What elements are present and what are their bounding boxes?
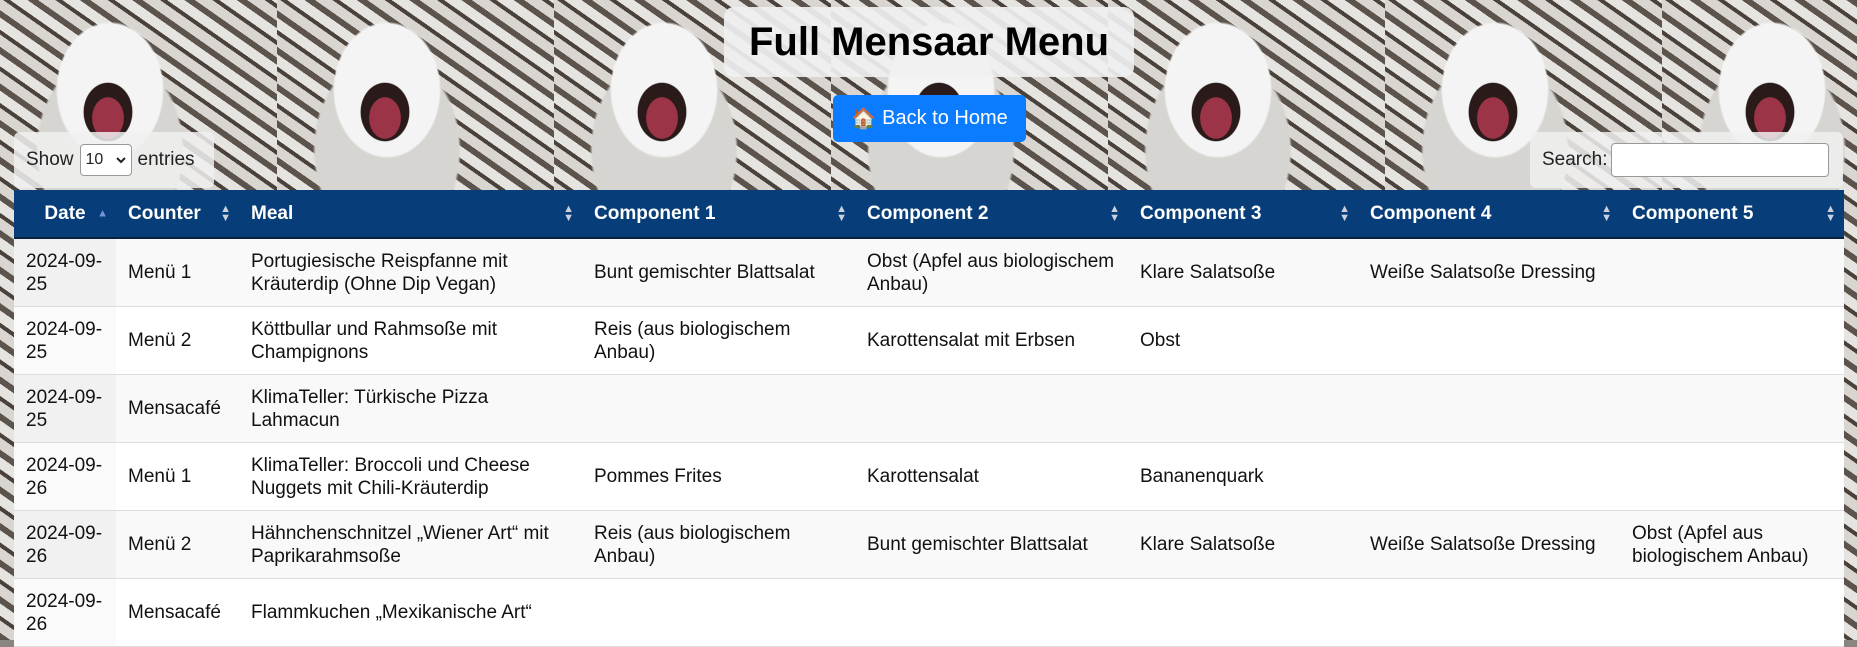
- page-title-box: Full Mensaar Menu: [724, 7, 1134, 77]
- search-control: Search:: [1530, 132, 1843, 188]
- cell-component-2: [855, 578, 1128, 647]
- house-icon: 🏠: [851, 108, 877, 130]
- column-header-component-2[interactable]: Component 2 ▲ ▼: [855, 190, 1128, 239]
- cell-counter: Menü 1: [116, 238, 239, 307]
- cell-date: 2024-09-25: [14, 306, 116, 375]
- column-header-component-4[interactable]: Component 4 ▲ ▼: [1358, 190, 1620, 239]
- cell-component-2: Bunt gemischter Blattsalat: [855, 510, 1128, 579]
- column-header-label: Component 2: [867, 202, 989, 224]
- cell-meal: Hähnchenschnitzel „Wiener Art“ mit Papri…: [239, 510, 582, 579]
- sort-icon: ▲: [97, 207, 108, 219]
- search-input[interactable]: [1611, 143, 1830, 177]
- cell-component-2: [855, 374, 1128, 443]
- cell-date: 2024-09-26: [14, 442, 116, 511]
- cell-component-2: Karottensalat mit Erbsen: [855, 306, 1128, 375]
- cell-component-3: [1128, 578, 1358, 647]
- sort-icon: ▲ ▼: [1601, 202, 1612, 224]
- table-row: 2024-09-25 Menü 2 Köttbullar und Rahmsoß…: [14, 306, 1844, 375]
- show-label: Show: [26, 149, 74, 170]
- cell-component-5: [1620, 578, 1844, 647]
- cell-meal: KlimaTeller: Türkische Pizza Lahmacun: [239, 374, 582, 443]
- column-header-label: Component 3: [1140, 202, 1262, 224]
- entries-length-control: Show 10 entries: [14, 132, 214, 188]
- column-header-label: Date: [44, 202, 86, 224]
- cell-component-3: Bananenquark: [1128, 442, 1358, 511]
- cell-component-5: [1620, 374, 1844, 443]
- cell-component-4: [1358, 374, 1620, 443]
- cell-component-5: [1620, 442, 1844, 511]
- column-header-date[interactable]: Date ▲: [14, 190, 116, 239]
- page-title: Full Mensaar Menu: [748, 19, 1110, 64]
- cell-component-3: [1128, 374, 1358, 443]
- cell-component-5: Obst (Apfel aus biologischem Anbau): [1620, 510, 1844, 579]
- cell-component-4: Weiße Salatsoße Dressing: [1358, 510, 1620, 579]
- sort-icon: ▲ ▼: [563, 202, 574, 224]
- cell-meal: Flammkuchen „Mexikanische Art“: [239, 578, 582, 647]
- menu-table: Date ▲ Counter ▲ ▼ Meal ▲ ▼ Component 1 ▲ ▼…: [14, 190, 1844, 647]
- sort-icon: ▲ ▼: [836, 202, 847, 224]
- cell-component-1: Reis (aus biologischem Anbau): [582, 510, 855, 579]
- column-header-label: Counter: [128, 202, 201, 224]
- cell-counter: Menü 1: [116, 442, 239, 511]
- cell-component-1: [582, 578, 855, 647]
- cell-component-1: Reis (aus biologischem Anbau): [582, 306, 855, 375]
- cell-component-5: [1620, 238, 1844, 307]
- cell-component-4: [1358, 442, 1620, 511]
- cell-date: 2024-09-25: [14, 374, 116, 443]
- cell-component-4: Weiße Salatsoße Dressing: [1358, 238, 1620, 307]
- sort-icon: ▲ ▼: [1339, 202, 1350, 224]
- cell-component-1: [582, 374, 855, 443]
- cell-component-1: Bunt gemischter Blattsalat: [582, 238, 855, 307]
- sort-icon: ▲ ▼: [1825, 202, 1836, 224]
- search-label: Search:: [1542, 149, 1608, 170]
- chevron-down-icon: [115, 151, 126, 169]
- column-header-label: Meal: [251, 202, 294, 224]
- table-row: 2024-09-25 Menü 1 Portugiesische Reispfa…: [14, 238, 1844, 307]
- cell-component-3: Klare Salatsoße: [1128, 510, 1358, 579]
- cell-counter: Mensacafé: [116, 374, 239, 443]
- cell-meal: Portugiesische Reispfanne mit Kräuterdip…: [239, 238, 582, 307]
- cell-meal: Köttbullar und Rahmsoße mit Champignons: [239, 306, 582, 375]
- sort-icon: ▲ ▼: [220, 202, 231, 224]
- cell-date: 2024-09-26: [14, 510, 116, 579]
- table-header-row: Date ▲ Counter ▲ ▼ Meal ▲ ▼ Component 1 ▲ ▼…: [14, 190, 1844, 239]
- cell-component-5: [1620, 306, 1844, 375]
- cell-component-2: Karottensalat: [855, 442, 1128, 511]
- cell-meal: KlimaTeller: Broccoli und Cheese Nuggets…: [239, 442, 582, 511]
- column-header-label: Component 5: [1632, 202, 1754, 224]
- table-row: 2024-09-26 Menü 2 Hähnchenschnitzel „Wie…: [14, 510, 1844, 579]
- column-header-component-5[interactable]: Component 5 ▲ ▼: [1620, 190, 1844, 239]
- cell-component-1: Pommes Frites: [582, 442, 855, 511]
- column-header-label: Component 4: [1370, 202, 1492, 224]
- entries-select[interactable]: 10: [79, 144, 132, 176]
- cell-date: 2024-09-26: [14, 578, 116, 647]
- cell-component-3: Klare Salatsoße: [1128, 238, 1358, 307]
- cell-component-4: [1358, 306, 1620, 375]
- cell-counter: Mensacafé: [116, 578, 239, 647]
- column-header-label: Component 1: [594, 202, 716, 224]
- cell-counter: Menü 2: [116, 306, 239, 375]
- back-to-home-button[interactable]: 🏠 Back to Home: [833, 95, 1026, 142]
- cell-counter: Menü 2: [116, 510, 239, 579]
- entries-select-value: 10: [85, 151, 104, 168]
- table-row: 2024-09-26 Menü 1 KlimaTeller: Broccoli …: [14, 442, 1844, 511]
- entries-label: entries: [137, 149, 195, 170]
- cell-component-3: Obst: [1128, 306, 1358, 375]
- cell-component-2: Obst (Apfel aus biologischem Anbau): [855, 238, 1128, 307]
- column-header-component-3[interactable]: Component 3 ▲ ▼: [1128, 190, 1358, 239]
- table-row: 2024-09-25 Mensacafé KlimaTeller: Türkis…: [14, 374, 1844, 443]
- sort-icon: ▲ ▼: [1109, 202, 1120, 224]
- column-header-component-1[interactable]: Component 1 ▲ ▼: [582, 190, 855, 239]
- back-to-home-label: Back to Home: [882, 107, 1008, 129]
- table-row: 2024-09-26 Mensacafé Flammkuchen „Mexika…: [14, 578, 1844, 647]
- cell-component-4: [1358, 578, 1620, 647]
- column-header-counter[interactable]: Counter ▲ ▼: [116, 190, 239, 239]
- cell-date: 2024-09-25: [14, 238, 116, 307]
- column-header-meal[interactable]: Meal ▲ ▼: [239, 190, 582, 239]
